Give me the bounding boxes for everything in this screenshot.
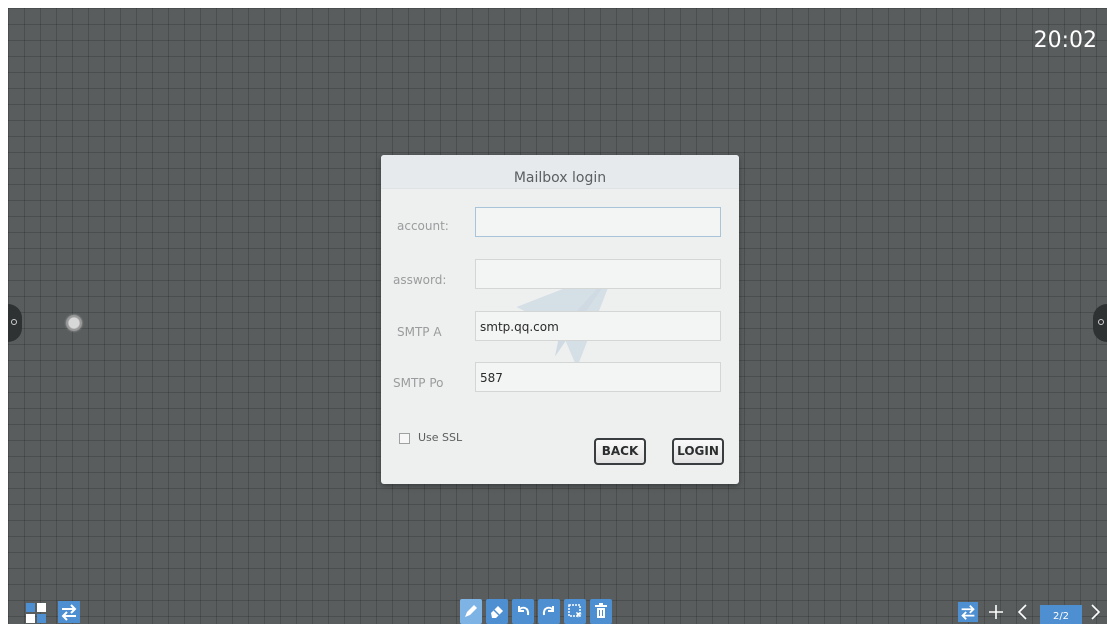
- login-button[interactable]: LOGIN: [672, 438, 724, 465]
- page-indicator[interactable]: 2/2: [1040, 605, 1082, 624]
- mailbox-login-dialog: Mailbox login account: assword: SMTP A S…: [381, 155, 739, 484]
- next-page-icon[interactable]: [1088, 600, 1102, 624]
- use-ssl-label: Use SSL: [418, 431, 463, 444]
- eraser-tool[interactable]: [486, 599, 508, 624]
- undo-icon: [518, 606, 530, 616]
- switch-icon[interactable]: [958, 600, 978, 624]
- smtp-port-input[interactable]: [475, 362, 721, 392]
- password-input[interactable]: [475, 259, 721, 289]
- floating-pointer-dot[interactable]: [66, 315, 82, 331]
- trash-icon: [595, 603, 607, 618]
- dialog-title: Mailbox login: [381, 155, 739, 189]
- account-row: account:: [381, 207, 739, 239]
- password-row: assword:: [381, 259, 739, 291]
- smtp-address-row: SMTP A: [381, 311, 739, 343]
- use-ssl-checkbox[interactable]: [399, 432, 410, 444]
- pen-icon: [465, 605, 477, 617]
- account-label: account:: [397, 219, 449, 233]
- smtp-port-label: SMTP Po: [393, 376, 444, 390]
- whiteboard-canvas[interactable]: 20:02 Mailbox login account: assword: SM…: [8, 8, 1107, 624]
- smtp-address-input[interactable]: [475, 311, 721, 341]
- back-button[interactable]: BACK: [594, 438, 646, 465]
- right-side-menu-handle[interactable]: [1093, 304, 1107, 342]
- left-side-menu-handle[interactable]: [8, 304, 22, 342]
- select-tool[interactable]: [564, 599, 586, 624]
- clear-tool[interactable]: [590, 599, 612, 624]
- prev-page-icon[interactable]: [1016, 600, 1030, 624]
- redo-icon: [542, 606, 554, 616]
- apps-grid-icon[interactable]: [25, 600, 47, 624]
- use-ssl-option[interactable]: Use SSL: [399, 431, 462, 444]
- pen-tool[interactable]: [460, 599, 482, 624]
- smtp-port-row: SMTP Po: [381, 362, 739, 394]
- smtp-address-label: SMTP A: [397, 325, 442, 339]
- password-label: assword:: [393, 273, 447, 287]
- select-icon: [568, 604, 582, 618]
- eraser-icon: [491, 606, 503, 618]
- redo-tool[interactable]: [538, 599, 560, 624]
- undo-tool[interactable]: [512, 599, 534, 624]
- clock: 20:02: [1033, 28, 1097, 53]
- add-page-icon[interactable]: [987, 600, 1005, 624]
- account-input[interactable]: [475, 207, 721, 237]
- switch-icon[interactable]: [58, 600, 80, 624]
